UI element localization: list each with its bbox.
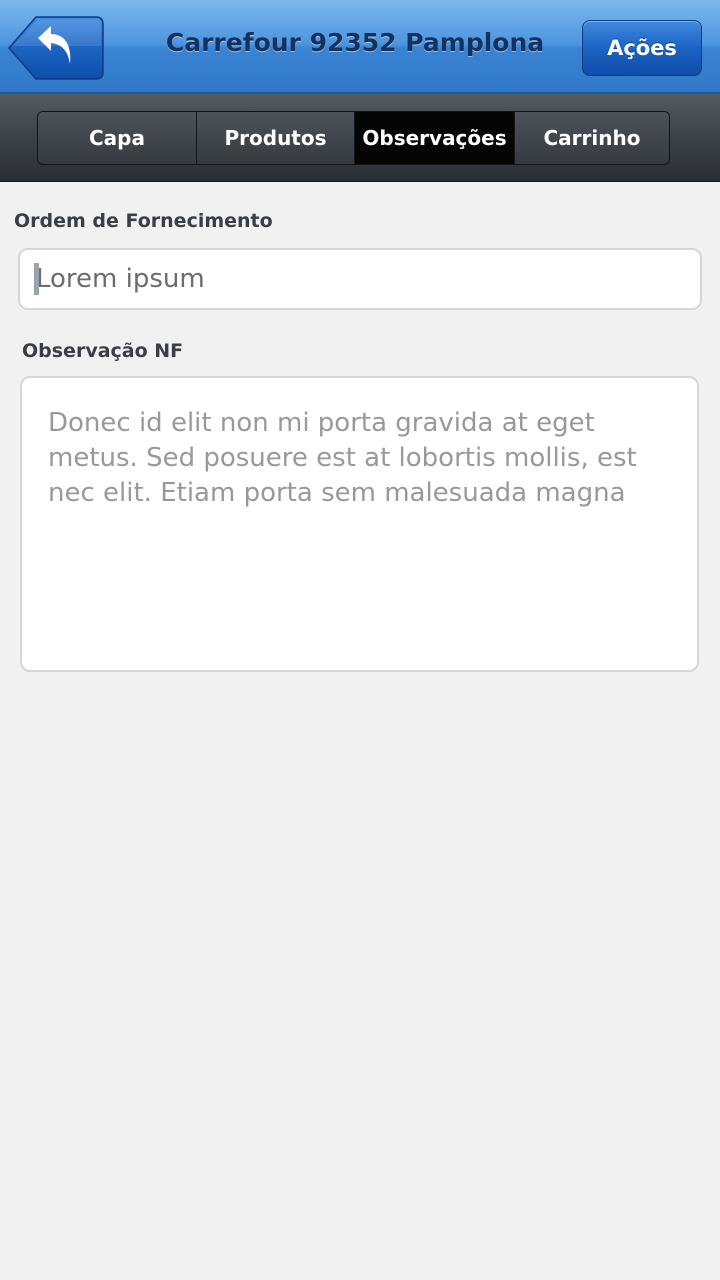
observacao-nf-textarea[interactable]: Donec id elit non mi porta gravida at eg…	[20, 376, 699, 672]
tab-bar: Capa Produtos Observações Carrinho	[0, 94, 720, 182]
tab-observacoes[interactable]: Observações	[355, 112, 515, 164]
page-title: Carrefour 92352 Pamplona	[165, 28, 545, 57]
back-button[interactable]	[8, 16, 104, 80]
segmented-tabs: Capa Produtos Observações Carrinho	[37, 111, 670, 165]
text-cursor	[34, 263, 39, 295]
ordem-fornecimento-input[interactable]: Lorem ipsum	[18, 248, 702, 310]
tab-produtos[interactable]: Produtos	[197, 112, 355, 164]
tab-capa[interactable]: Capa	[38, 112, 197, 164]
ordem-fornecimento-label: Ordem de Fornecimento	[14, 210, 273, 232]
observacao-nf-label: Observação NF	[22, 340, 184, 362]
actions-button[interactable]: Ações	[582, 20, 702, 76]
back-arrow-icon	[8, 16, 104, 80]
app-header: Carrefour 92352 Pamplona Ações	[0, 0, 720, 94]
tab-carrinho[interactable]: Carrinho	[515, 112, 669, 164]
